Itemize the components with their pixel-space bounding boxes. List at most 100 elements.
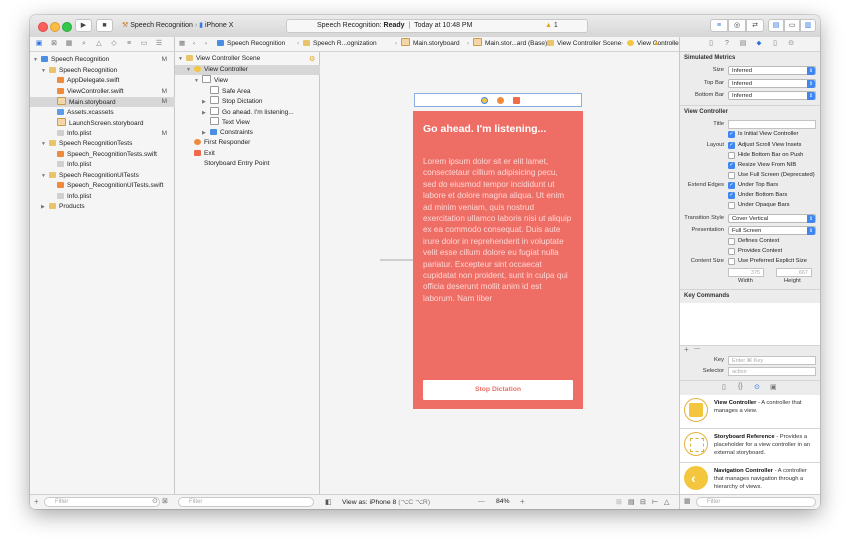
recent-filter-icon[interactable]: ⊙ [152, 497, 158, 505]
grid-view-icon[interactable]: ▦ [684, 497, 691, 505]
file-tree-item[interactable]: ▼ Speech RecognitionTests [30, 139, 175, 149]
chevron-right-icon[interactable]: › [671, 37, 673, 51]
view-controller-dock-icon[interactable] [481, 97, 488, 104]
provides-context-checkbox[interactable] [728, 248, 735, 255]
crumb-project[interactable]: Speech Recognition [217, 37, 285, 51]
outline-item[interactable]: First Responder [175, 138, 320, 148]
file-tree-item[interactable]: Assets.xcassets [30, 108, 175, 118]
library-item-navigation-controller[interactable]: ‹ Navigation Controller - A controller t… [680, 463, 820, 494]
disclosure-triangle-icon[interactable]: ▶ [202, 97, 210, 107]
file-tree-item[interactable]: ▼ Speech Recognition M [30, 55, 175, 65]
object-library-icon[interactable]: ⊙ [754, 383, 760, 391]
warning-icon[interactable]: ▲ [653, 37, 659, 51]
exit-dock-icon[interactable] [513, 97, 520, 104]
library-item-view-controller[interactable]: View Controller - A controller that mana… [680, 395, 820, 431]
listening-label[interactable]: Go ahead. I'm listening... [423, 123, 573, 136]
file-tree-item[interactable]: Speech_RecognitionTests.swift [30, 150, 175, 160]
disclosure-triangle-icon[interactable]: ▼ [41, 139, 49, 149]
align-icon[interactable]: ▤ [628, 498, 634, 506]
presentation-popup[interactable]: Full Screen ⇕ [728, 226, 816, 235]
forward-icon[interactable]: › [205, 37, 207, 51]
under-opaque-bars-checkbox[interactable] [728, 202, 735, 209]
chevron-left-icon[interactable]: ‹ [661, 37, 663, 51]
add-icon[interactable]: + [34, 497, 39, 506]
scheme-selector[interactable]: ⚒ Speech Recognition › ▮ iPhone X [122, 21, 233, 29]
disclosure-triangle-icon[interactable]: ▶ [202, 108, 210, 118]
preferred-size-checkbox[interactable] [728, 258, 735, 265]
transition-style-popup[interactable]: Cover Vertical ⇕ [728, 214, 816, 223]
scene-warning-icon[interactable]: ⚙ [309, 55, 315, 63]
folder-icon[interactable]: ▣ [34, 39, 44, 49]
source-control-icon[interactable]: ⊠ [49, 39, 59, 49]
attributes-inspector-icon[interactable]: ⬥ [754, 39, 764, 49]
debug-icon[interactable]: ≡ [124, 39, 134, 49]
defines-context-checkbox[interactable] [728, 238, 735, 245]
file-tree-item[interactable]: Main.storyboard M [30, 97, 175, 107]
help-icon[interactable]: ? [722, 39, 732, 49]
outline-item[interactable]: ▼ View Controller [175, 64, 320, 75]
under-top-bars-checkbox[interactable]: ✓ [728, 182, 735, 189]
outline-item[interactable]: ▶ Go ahead. I'm listening... [175, 106, 320, 118]
file-template-icon[interactable]: ▯ [722, 383, 726, 391]
library-filter[interactable]: Filter [696, 497, 816, 507]
remove-key-command-button[interactable]: — [694, 346, 700, 352]
outline-filter[interactable]: Filter [178, 497, 314, 507]
disclosure-triangle-icon[interactable]: ▼ [178, 54, 186, 64]
key-commands-table[interactable] [680, 303, 820, 345]
breakpoint-icon[interactable]: ▭ [139, 39, 149, 49]
back-icon[interactable]: ‹ [193, 37, 195, 51]
first-responder-dock-icon[interactable] [497, 97, 504, 104]
file-tree-item[interactable]: Info.plist M [30, 129, 175, 139]
file-tree-item[interactable]: ▼ Speech Recognition [30, 66, 175, 76]
pin-icon[interactable]: ⊢ [652, 498, 658, 506]
crumb-storyboard[interactable]: Main.storyboard [401, 37, 460, 51]
minimize-window-button[interactable] [50, 22, 60, 32]
zoom-out-button[interactable]: — [478, 498, 485, 505]
file-tree-item[interactable]: LaunchScreen.storyboard [30, 118, 175, 128]
warning-indicator[interactable]: ▲ 1 [545, 22, 558, 29]
outline-item[interactable]: Text View [175, 117, 320, 127]
search-icon[interactable]: ⌕ [79, 39, 89, 49]
hide-bottom-bar-checkbox[interactable] [728, 152, 735, 159]
outline-item[interactable]: Safe Area [175, 85, 320, 96]
outline-item[interactable]: ▼ View Controller Scene [175, 54, 320, 64]
identity-inspector-icon[interactable]: ▤ [738, 39, 748, 49]
key-field[interactable]: Enter ⌘ Key [728, 356, 816, 365]
top-bar-popup[interactable]: Inferred ⇕ [728, 79, 816, 88]
embed-icon[interactable]: ⊟ [640, 498, 646, 506]
add-key-command-button[interactable]: + [684, 345, 689, 354]
disclosure-triangle-icon[interactable]: ▼ [33, 55, 41, 65]
stop-button[interactable]: ■ [96, 19, 113, 32]
test-icon[interactable]: ◇ [109, 39, 119, 49]
run-button[interactable]: ▶ [75, 19, 92, 32]
selector-field[interactable]: action [728, 367, 816, 376]
under-bottom-bars-checkbox[interactable]: ✓ [728, 192, 735, 199]
file-tree-item[interactable]: AppDelegate.swift [30, 76, 175, 86]
stop-dictation-button[interactable]: Stop Dictation [423, 380, 573, 400]
symbol-icon[interactable]: ▦ [64, 39, 74, 49]
file-tree-item[interactable]: ▼ Speech RecognitionUITests [30, 171, 175, 181]
file-tree-item[interactable]: Info.plist [30, 160, 175, 170]
outline-item[interactable]: ▶ Stop Dictation [175, 96, 320, 106]
connections-inspector-icon[interactable]: ⊙ [786, 39, 796, 49]
outline-item[interactable]: Exit [175, 149, 320, 159]
adjust-insets-checkbox[interactable]: ✓ [728, 142, 735, 149]
full-screen-checkbox[interactable] [728, 172, 735, 179]
code-snippet-icon[interactable]: {} [738, 383, 743, 390]
outline-toggle-icon[interactable]: ◧ [325, 498, 331, 506]
title-field[interactable] [728, 120, 816, 129]
toggle-inspector-button[interactable]: ▥ [800, 19, 816, 32]
file-tree-item[interactable]: ▶ Products [30, 202, 175, 212]
media-library-icon[interactable]: ▣ [770, 383, 777, 391]
issue-icon[interactable]: △ [94, 39, 104, 49]
file-inspector-icon[interactable]: ▯ [706, 39, 716, 49]
disclosure-triangle-icon[interactable]: ▼ [186, 65, 194, 75]
height-field[interactable]: 667 [776, 268, 812, 277]
assistant-editor-button[interactable]: ◎ [728, 19, 746, 32]
update-frames-icon[interactable]: ⊞ [616, 498, 622, 506]
related-items-icon[interactable]: ▦ [179, 37, 185, 51]
resolve-issues-icon[interactable]: △ [664, 498, 669, 506]
toggle-debug-area-button[interactable]: ▭ [784, 19, 800, 32]
resize-nib-checkbox[interactable]: ✓ [728, 162, 735, 169]
version-editor-button[interactable]: ⇄ [746, 19, 764, 32]
